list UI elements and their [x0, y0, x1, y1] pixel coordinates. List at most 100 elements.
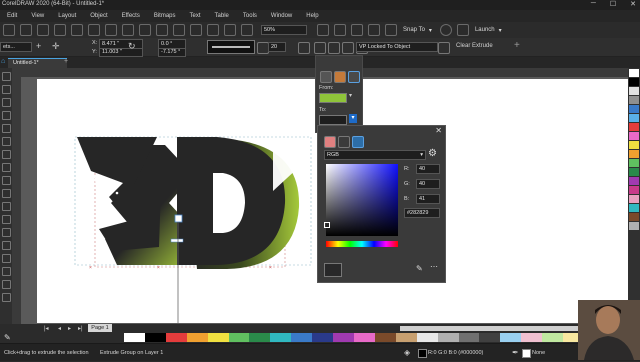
- palette-swatch[interactable]: [479, 333, 501, 342]
- extrude-color-icon[interactable]: [328, 42, 340, 54]
- rotation-y-field[interactable]: -7.175 °: [158, 48, 186, 57]
- menu-layout[interactable]: Layout: [58, 13, 76, 19]
- freehand-tool-icon[interactable]: [2, 124, 11, 133]
- shape-tool-icon[interactable]: [2, 85, 11, 94]
- preset-select[interactable]: ets...: [0, 42, 32, 52]
- outline-color-swatch[interactable]: [522, 349, 531, 358]
- save-icon[interactable]: [37, 24, 49, 36]
- extrude-shade-icon[interactable]: [348, 71, 360, 83]
- gear-icon[interactable]: [439, 24, 452, 36]
- palette-swatch[interactable]: [353, 333, 375, 342]
- palette-swatch[interactable]: [437, 333, 459, 342]
- palette-swatch[interactable]: [629, 132, 639, 140]
- palette-swatch[interactable]: [144, 333, 166, 342]
- red-value-field[interactable]: 40: [416, 164, 440, 174]
- horizontal-scrollbar[interactable]: [400, 326, 580, 331]
- hex-value-field[interactable]: #282829: [404, 208, 440, 218]
- green-value-field[interactable]: 40: [416, 179, 440, 189]
- cloud-icon[interactable]: [54, 24, 66, 36]
- extrude-bevel-icon[interactable]: [342, 42, 354, 54]
- palette-swatch[interactable]: [542, 333, 564, 342]
- add-icon[interactable]: +: [514, 40, 520, 51]
- palette-swatch[interactable]: [500, 333, 522, 342]
- palette-swatch[interactable]: [629, 168, 639, 176]
- crop-tool-icon[interactable]: [2, 98, 11, 107]
- rulers-icon[interactable]: [334, 24, 346, 36]
- extrude-solid-fill-icon[interactable]: [334, 71, 346, 83]
- menu-object[interactable]: Object: [90, 13, 107, 19]
- palette-swatch[interactable]: [629, 141, 639, 149]
- more-options-icon[interactable]: ⋯: [430, 262, 438, 271]
- to-color-swatch[interactable]: [319, 115, 347, 125]
- pick-tool-icon[interactable]: [2, 72, 11, 81]
- home-icon[interactable]: ⌂: [1, 58, 5, 65]
- menu-table[interactable]: Table: [215, 13, 229, 19]
- rotate-icon[interactable]: ↻: [128, 41, 136, 52]
- menu-view[interactable]: View: [31, 13, 44, 19]
- open-icon[interactable]: [20, 24, 32, 36]
- palette-swatch[interactable]: [312, 333, 334, 342]
- plus-icon[interactable]: +: [36, 41, 41, 51]
- color-palettes-icon[interactable]: [352, 136, 364, 148]
- menu-tools[interactable]: Tools: [243, 13, 257, 19]
- menu-bitmaps[interactable]: Bitmaps: [154, 13, 176, 19]
- palette-swatch[interactable]: [629, 78, 639, 86]
- palette-swatch[interactable]: [186, 333, 208, 342]
- palette-swatch[interactable]: [629, 96, 639, 104]
- palette-swatch[interactable]: [165, 333, 187, 342]
- new-document-icon[interactable]: [3, 24, 15, 36]
- to-color-dropdown-button[interactable]: ▾: [349, 114, 357, 123]
- full-screen-icon[interactable]: [317, 24, 329, 36]
- last-page-icon[interactable]: ▸|: [78, 325, 83, 332]
- extrude-object-fill-icon[interactable]: [320, 71, 332, 83]
- maximize-button[interactable]: ☐: [610, 0, 616, 10]
- palette-swatch[interactable]: [629, 213, 639, 221]
- palette-swatch[interactable]: [458, 333, 480, 342]
- search-content-icon[interactable]: [190, 24, 202, 36]
- fill-color-swatch[interactable]: [418, 349, 427, 358]
- y-position-field[interactable]: 11.003 ": [99, 48, 143, 57]
- chevron-down-icon[interactable]: ▾: [499, 27, 502, 34]
- palette-swatch[interactable]: [629, 186, 639, 194]
- export-icon[interactable]: [224, 24, 236, 36]
- parallel-dimension-icon[interactable]: [2, 202, 11, 211]
- print-icon[interactable]: [88, 24, 100, 36]
- close-window-button[interactable]: ✕: [630, 0, 636, 10]
- text-tool-icon[interactable]: [2, 189, 11, 198]
- palette-swatch[interactable]: [291, 333, 313, 342]
- clear-extrude-button[interactable]: Clear Extrude: [456, 43, 493, 49]
- saturation-value-area[interactable]: [324, 164, 398, 236]
- move-crosshair-icon[interactable]: ✛: [52, 41, 60, 52]
- palette-swatch[interactable]: [629, 204, 639, 212]
- eyedropper-icon[interactable]: ✎: [4, 333, 11, 342]
- menu-window[interactable]: Window: [271, 13, 292, 19]
- ellipse-tool-icon[interactable]: [2, 163, 11, 172]
- smart-fill-icon[interactable]: [2, 280, 11, 289]
- palette-swatch[interactable]: [333, 333, 354, 342]
- undo-icon[interactable]: [156, 24, 168, 36]
- page-tab[interactable]: Page 1: [88, 324, 112, 332]
- publish-pdf-icon[interactable]: [241, 24, 253, 36]
- polygon-tool-icon[interactable]: [2, 176, 11, 185]
- zoom-tool-icon[interactable]: [2, 111, 11, 120]
- document-tab[interactable]: Untitled-1*: [8, 58, 67, 68]
- eyedropper-icon[interactable]: ✎: [416, 264, 423, 273]
- palette-swatch[interactable]: [629, 105, 639, 113]
- close-icon[interactable]: ✕: [435, 126, 442, 135]
- color-sliders-icon[interactable]: [338, 136, 350, 148]
- depth-slider-handle[interactable]: [170, 238, 184, 243]
- minimize-button[interactable]: ─: [591, 0, 596, 10]
- palette-swatch[interactable]: [207, 333, 229, 342]
- palette-swatch[interactable]: [270, 333, 292, 342]
- palette-swatch[interactable]: [228, 333, 250, 342]
- from-color-swatch[interactable]: [319, 93, 347, 103]
- guidelines-icon[interactable]: [368, 24, 380, 36]
- menu-text[interactable]: Text: [190, 13, 201, 19]
- chevron-down-icon[interactable]: ▾: [349, 92, 352, 99]
- vanishing-point-handle[interactable]: [174, 214, 183, 223]
- menu-edit[interactable]: Edit: [7, 13, 17, 19]
- depth-field[interactable]: 20: [268, 42, 286, 52]
- palette-swatch[interactable]: [629, 150, 639, 158]
- palette-swatch[interactable]: [395, 333, 417, 342]
- interactive-fill-icon[interactable]: [2, 267, 11, 276]
